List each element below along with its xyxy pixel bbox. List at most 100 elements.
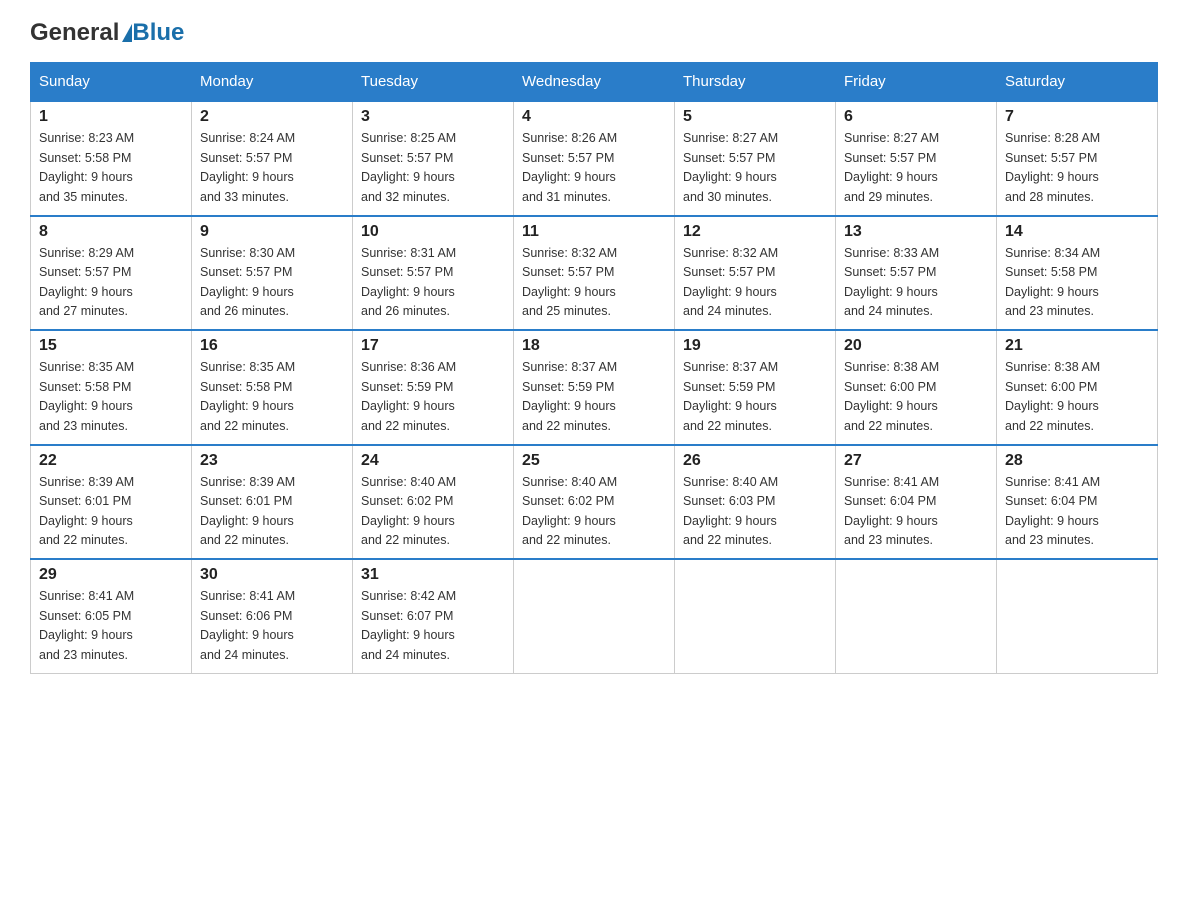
day-info: Sunrise: 8:29 AMSunset: 5:57 PMDaylight:… bbox=[39, 244, 183, 322]
weekday-header-thursday: Thursday bbox=[675, 63, 836, 102]
day-info: Sunrise: 8:25 AMSunset: 5:57 PMDaylight:… bbox=[361, 129, 505, 207]
calendar-cell: 9 Sunrise: 8:30 AMSunset: 5:57 PMDaylight… bbox=[192, 216, 353, 331]
day-number: 19 bbox=[683, 337, 827, 355]
calendar-cell bbox=[675, 559, 836, 673]
day-number: 15 bbox=[39, 337, 183, 355]
day-number: 14 bbox=[1005, 223, 1149, 241]
calendar-cell: 16Sunrise: 8:35 AMSunset: 5:58 PMDayligh… bbox=[192, 330, 353, 445]
day-number: 21 bbox=[1005, 337, 1149, 355]
day-number: 8 bbox=[39, 223, 183, 241]
day-number: 29 bbox=[39, 566, 183, 584]
day-info: Sunrise: 8:41 AMSunset: 6:06 PMDaylight:… bbox=[200, 587, 344, 665]
calendar-cell: 12 Sunrise: 8:32 AMSunset: 5:57 PMDayligh… bbox=[675, 216, 836, 331]
calendar-cell: 21Sunrise: 8:38 AMSunset: 6:00 PMDayligh… bbox=[997, 330, 1158, 445]
day-info: Sunrise: 8:40 AMSunset: 6:03 PMDaylight:… bbox=[683, 473, 827, 551]
day-info: Sunrise: 8:38 AMSunset: 6:00 PMDaylight:… bbox=[844, 358, 988, 436]
calendar-cell: 4 Sunrise: 8:26 AMSunset: 5:57 PMDaylight… bbox=[514, 101, 675, 216]
day-info: Sunrise: 8:33 AMSunset: 5:57 PMDaylight:… bbox=[844, 244, 988, 322]
day-info: Sunrise: 8:27 AMSunset: 5:57 PMDaylight:… bbox=[683, 129, 827, 207]
day-info: Sunrise: 8:40 AMSunset: 6:02 PMDaylight:… bbox=[361, 473, 505, 551]
day-number: 13 bbox=[844, 223, 988, 241]
calendar-cell bbox=[836, 559, 997, 673]
weekday-header-sunday: Sunday bbox=[31, 63, 192, 102]
day-info: Sunrise: 8:39 AMSunset: 6:01 PMDaylight:… bbox=[39, 473, 183, 551]
calendar-cell: 7 Sunrise: 8:28 AMSunset: 5:57 PMDaylight… bbox=[997, 101, 1158, 216]
day-info: Sunrise: 8:31 AMSunset: 5:57 PMDaylight:… bbox=[361, 244, 505, 322]
day-number: 26 bbox=[683, 452, 827, 470]
day-info: Sunrise: 8:28 AMSunset: 5:57 PMDaylight:… bbox=[1005, 129, 1149, 207]
day-info: Sunrise: 8:41 AMSunset: 6:05 PMDaylight:… bbox=[39, 587, 183, 665]
day-number: 3 bbox=[361, 108, 505, 126]
day-number: 9 bbox=[200, 223, 344, 241]
day-info: Sunrise: 8:30 AMSunset: 5:57 PMDaylight:… bbox=[200, 244, 344, 322]
weekday-header-wednesday: Wednesday bbox=[514, 63, 675, 102]
calendar-cell: 5 Sunrise: 8:27 AMSunset: 5:57 PMDaylight… bbox=[675, 101, 836, 216]
day-number: 27 bbox=[844, 452, 988, 470]
weekday-header-monday: Monday bbox=[192, 63, 353, 102]
weekday-header-saturday: Saturday bbox=[997, 63, 1158, 102]
day-number: 11 bbox=[522, 223, 666, 241]
day-number: 10 bbox=[361, 223, 505, 241]
calendar-week-row-3: 15 Sunrise: 8:35 AMSunset: 5:58 PMDayligh… bbox=[31, 330, 1158, 445]
calendar-cell: 10 Sunrise: 8:31 AMSunset: 5:57 PMDayligh… bbox=[353, 216, 514, 331]
day-info: Sunrise: 8:24 AMSunset: 5:57 PMDaylight:… bbox=[200, 129, 344, 207]
day-info: Sunrise: 8:23 AMSunset: 5:58 PMDaylight:… bbox=[39, 129, 183, 207]
day-number: 1 bbox=[39, 108, 183, 126]
day-info: Sunrise: 8:27 AMSunset: 5:57 PMDaylight:… bbox=[844, 129, 988, 207]
calendar-week-row-5: 29 Sunrise: 8:41 AMSunset: 6:05 PMDayligh… bbox=[31, 559, 1158, 673]
calendar-week-row-4: 22 Sunrise: 8:39 AMSunset: 6:01 PMDayligh… bbox=[31, 445, 1158, 560]
logo-triangle-icon bbox=[122, 24, 132, 42]
day-info: Sunrise: 8:32 AMSunset: 5:57 PMDaylight:… bbox=[522, 244, 666, 322]
day-number: 2 bbox=[200, 108, 344, 126]
page-header: GeneralBlue bbox=[30, 20, 1158, 46]
weekday-header-friday: Friday bbox=[836, 63, 997, 102]
day-number: 7 bbox=[1005, 108, 1149, 126]
calendar-week-row-1: 1 Sunrise: 8:23 AMSunset: 5:58 PMDaylight… bbox=[31, 101, 1158, 216]
calendar-cell: 2 Sunrise: 8:24 AMSunset: 5:57 PMDaylight… bbox=[192, 101, 353, 216]
day-info: Sunrise: 8:32 AMSunset: 5:57 PMDaylight:… bbox=[683, 244, 827, 322]
calendar-cell: 24 Sunrise: 8:40 AMSunset: 6:02 PMDayligh… bbox=[353, 445, 514, 560]
day-info: Sunrise: 8:39 AMSunset: 6:01 PMDaylight:… bbox=[200, 473, 344, 551]
day-number: 22 bbox=[39, 452, 183, 470]
weekday-header-row: SundayMondayTuesdayWednesdayThursdayFrid… bbox=[31, 63, 1158, 102]
day-number: 24 bbox=[361, 452, 505, 470]
day-number: 12 bbox=[683, 223, 827, 241]
calendar-cell: 25Sunrise: 8:40 AMSunset: 6:02 PMDayligh… bbox=[514, 445, 675, 560]
day-info: Sunrise: 8:26 AMSunset: 5:57 PMDaylight:… bbox=[522, 129, 666, 207]
day-number: 5 bbox=[683, 108, 827, 126]
day-info: Sunrise: 8:42 AMSunset: 6:07 PMDaylight:… bbox=[361, 587, 505, 665]
calendar-cell: 23 Sunrise: 8:39 AMSunset: 6:01 PMDayligh… bbox=[192, 445, 353, 560]
day-info: Sunrise: 8:35 AMSunset: 5:58 PMDaylight:… bbox=[200, 358, 344, 436]
day-number: 4 bbox=[522, 108, 666, 126]
calendar-cell: 22 Sunrise: 8:39 AMSunset: 6:01 PMDayligh… bbox=[31, 445, 192, 560]
calendar-cell: 31 Sunrise: 8:42 AMSunset: 6:07 PMDayligh… bbox=[353, 559, 514, 673]
day-info: Sunrise: 8:35 AMSunset: 5:58 PMDaylight:… bbox=[39, 358, 183, 436]
calendar-cell: 17Sunrise: 8:36 AMSunset: 5:59 PMDayligh… bbox=[353, 330, 514, 445]
calendar-cell: 8 Sunrise: 8:29 AMSunset: 5:57 PMDaylight… bbox=[31, 216, 192, 331]
day-number: 25 bbox=[522, 452, 666, 470]
calendar-cell bbox=[997, 559, 1158, 673]
weekday-header-tuesday: Tuesday bbox=[353, 63, 514, 102]
calendar-cell: 3 Sunrise: 8:25 AMSunset: 5:57 PMDaylight… bbox=[353, 101, 514, 216]
calendar-cell: 26 Sunrise: 8:40 AMSunset: 6:03 PMDayligh… bbox=[675, 445, 836, 560]
day-number: 17 bbox=[361, 337, 505, 355]
day-number: 18 bbox=[522, 337, 666, 355]
day-info: Sunrise: 8:37 AMSunset: 5:59 PMDaylight:… bbox=[683, 358, 827, 436]
day-info: Sunrise: 8:41 AMSunset: 6:04 PMDaylight:… bbox=[1005, 473, 1149, 551]
calendar-cell: 1 Sunrise: 8:23 AMSunset: 5:58 PMDaylight… bbox=[31, 101, 192, 216]
day-info: Sunrise: 8:41 AMSunset: 6:04 PMDaylight:… bbox=[844, 473, 988, 551]
day-info: Sunrise: 8:34 AMSunset: 5:58 PMDaylight:… bbox=[1005, 244, 1149, 322]
calendar-cell: 29 Sunrise: 8:41 AMSunset: 6:05 PMDayligh… bbox=[31, 559, 192, 673]
calendar-cell: 30Sunrise: 8:41 AMSunset: 6:06 PMDayligh… bbox=[192, 559, 353, 673]
calendar-cell: 19 Sunrise: 8:37 AMSunset: 5:59 PMDayligh… bbox=[675, 330, 836, 445]
day-number: 31 bbox=[361, 566, 505, 584]
calendar-table: SundayMondayTuesdayWednesdayThursdayFrid… bbox=[30, 62, 1158, 674]
logo: GeneralBlue bbox=[30, 20, 184, 46]
calendar-cell: 27 Sunrise: 8:41 AMSunset: 6:04 PMDayligh… bbox=[836, 445, 997, 560]
logo-text-blue: Blue bbox=[132, 19, 184, 46]
day-number: 6 bbox=[844, 108, 988, 126]
calendar-cell: 13 Sunrise: 8:33 AMSunset: 5:57 PMDayligh… bbox=[836, 216, 997, 331]
calendar-cell: 14 Sunrise: 8:34 AMSunset: 5:58 PMDayligh… bbox=[997, 216, 1158, 331]
day-number: 23 bbox=[200, 452, 344, 470]
calendar-cell: 15 Sunrise: 8:35 AMSunset: 5:58 PMDayligh… bbox=[31, 330, 192, 445]
